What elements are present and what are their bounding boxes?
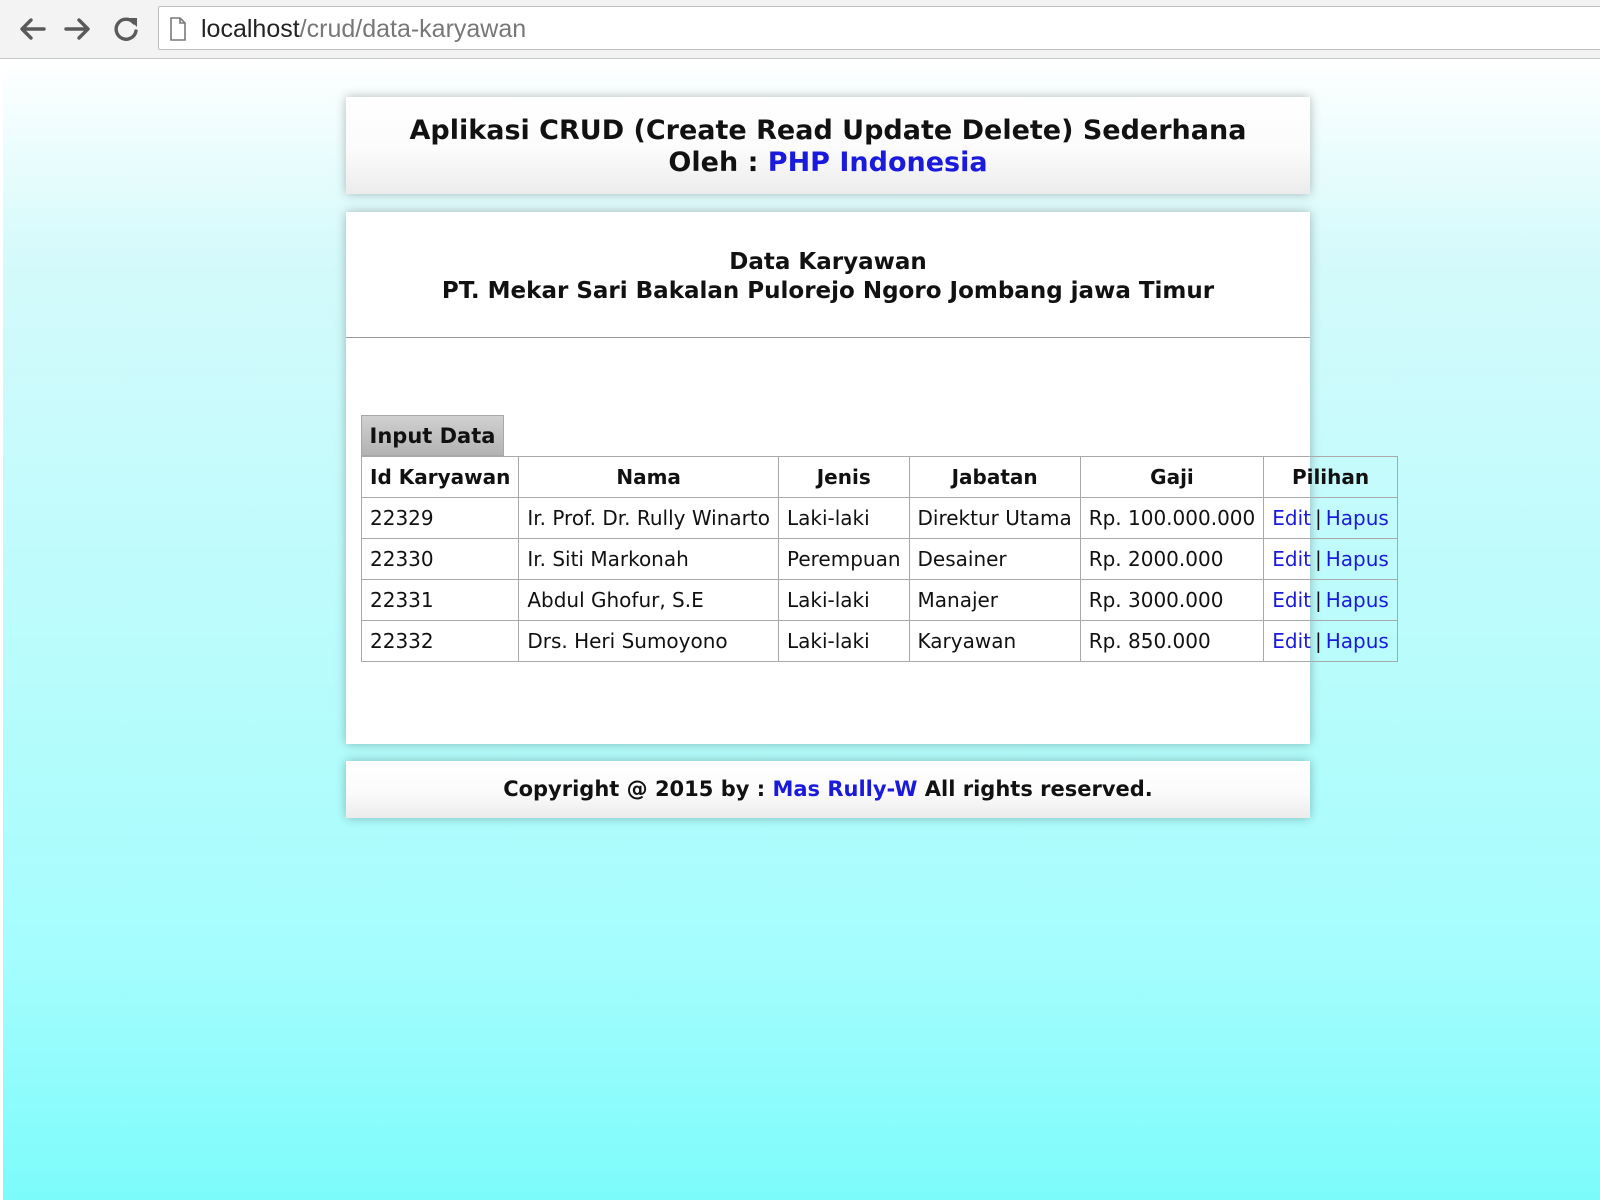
app-title: Aplikasi CRUD (Create Read Update Delete… (409, 115, 1247, 146)
action-separator: | (1314, 588, 1322, 612)
column-header-nama: Nama (518, 456, 779, 498)
forward-arrow-icon[interactable] (58, 10, 98, 48)
cell-gaji: Rp. 850.000 (1079, 620, 1265, 662)
column-header-id: Id Karyawan (360, 456, 520, 498)
copyright-prefix: Copyright @ 2015 by : (503, 777, 766, 801)
cell-nama: Abdul Ghofur, S.E (518, 579, 779, 621)
cell-jenis: Laki-laki (777, 579, 910, 621)
url-text: localhost/crud/data-karyawan (201, 15, 526, 44)
app-author-line: Oleh : PHP Indonesia (346, 147, 1310, 178)
cell-jabatan: Direktur Utama (908, 497, 1081, 539)
cell-nama: Ir. Prof. Dr. Rully Winarto (518, 497, 779, 539)
url-path: /crud/data-karyawan (299, 15, 527, 43)
delete-link[interactable]: Hapus (1326, 547, 1389, 571)
cell-actions: Edit | Hapus (1263, 620, 1398, 662)
url-host: localhost (201, 15, 300, 43)
footer-panel: Copyright @ 2015 by : Mas Rully-W All ri… (346, 761, 1310, 818)
copyright-suffix: All rights reserved. (924, 777, 1153, 801)
table-row: 22332 Drs. Heri Sumoyono Laki-laki Karya… (360, 620, 1398, 662)
cell-gaji: Rp. 2000.000 (1079, 538, 1265, 580)
delete-link[interactable]: Hapus (1326, 588, 1389, 612)
edit-link[interactable]: Edit (1272, 506, 1311, 530)
cell-nama: Ir. Siti Markonah (518, 538, 779, 580)
cell-jabatan: Desainer (908, 538, 1081, 580)
header-panel: Aplikasi CRUD (Create Read Update Delete… (346, 97, 1310, 194)
table-row: 22330 Ir. Siti Markonah Perempuan Desain… (360, 538, 1398, 580)
cell-id: 22332 (360, 620, 520, 662)
cell-actions: Edit | Hapus (1263, 579, 1398, 621)
table-header-row: Id Karyawan Nama Jenis Jabatan Gaji Pili… (360, 456, 1398, 498)
action-separator: | (1314, 506, 1322, 530)
cell-jabatan: Karyawan (908, 620, 1081, 662)
content-panel: Data Karyawan PT. Mekar Sari Bakalan Pul… (346, 212, 1398, 744)
edit-link[interactable]: Edit (1272, 588, 1311, 612)
column-header-jenis: Jenis (777, 456, 910, 498)
reload-icon[interactable] (106, 10, 146, 48)
copyright-text: Copyright @ 2015 by : Mas Rully-W All ri… (346, 777, 1310, 801)
back-arrow-icon[interactable] (12, 10, 52, 48)
action-separator: | (1314, 629, 1322, 653)
table-row: 22331 Abdul Ghofur, S.E Laki-laki Manaje… (360, 579, 1398, 621)
column-header-pilihan: Pilihan (1263, 456, 1398, 498)
column-header-gaji: Gaji (1079, 456, 1265, 498)
employee-table: Id Karyawan Nama Jenis Jabatan Gaji Pili… (360, 456, 1398, 662)
php-indonesia-link[interactable]: PHP Indonesia (768, 147, 988, 178)
cell-id: 22330 (360, 538, 520, 580)
address-bar[interactable]: localhost/crud/data-karyawan (158, 6, 1600, 50)
column-header-jabatan: Jabatan (908, 456, 1081, 498)
cell-id: 22329 (360, 497, 520, 539)
cell-id: 22331 (360, 579, 520, 621)
page-viewport: Aplikasi CRUD (Create Read Update Delete… (3, 59, 1600, 1200)
author-link[interactable]: Mas Rully-W (772, 777, 917, 801)
divider (346, 337, 1310, 338)
input-data-button[interactable]: Input Data (361, 415, 504, 456)
cell-actions: Edit | Hapus (1263, 538, 1398, 580)
delete-link[interactable]: Hapus (1326, 506, 1389, 530)
cell-nama: Drs. Heri Sumoyono (518, 620, 779, 662)
table-row: 22329 Ir. Prof. Dr. Rully Winarto Laki-l… (360, 497, 1398, 539)
browser-toolbar: localhost/crud/data-karyawan (0, 0, 1600, 59)
cell-gaji: Rp. 3000.000 (1079, 579, 1265, 621)
action-separator: | (1314, 547, 1322, 571)
author-label: Oleh : (668, 147, 759, 178)
cell-gaji: Rp. 100.000.000 (1079, 497, 1265, 539)
edit-link[interactable]: Edit (1272, 547, 1311, 571)
cell-jenis: Laki-laki (777, 497, 910, 539)
cell-jenis: Perempuan (777, 538, 910, 580)
cell-jabatan: Manajer (908, 579, 1081, 621)
delete-link[interactable]: Hapus (1326, 629, 1389, 653)
cell-actions: Edit | Hapus (1263, 497, 1398, 539)
company-subtitle: PT. Mekar Sari Bakalan Pulorejo Ngoro Jo… (441, 278, 1215, 304)
content-heading: Data Karyawan PT. Mekar Sari Bakalan Pul… (346, 248, 1310, 306)
page-icon (169, 17, 187, 45)
edit-link[interactable]: Edit (1272, 629, 1311, 653)
cell-jenis: Laki-laki (777, 620, 910, 662)
page-title: Data Karyawan (729, 249, 927, 275)
